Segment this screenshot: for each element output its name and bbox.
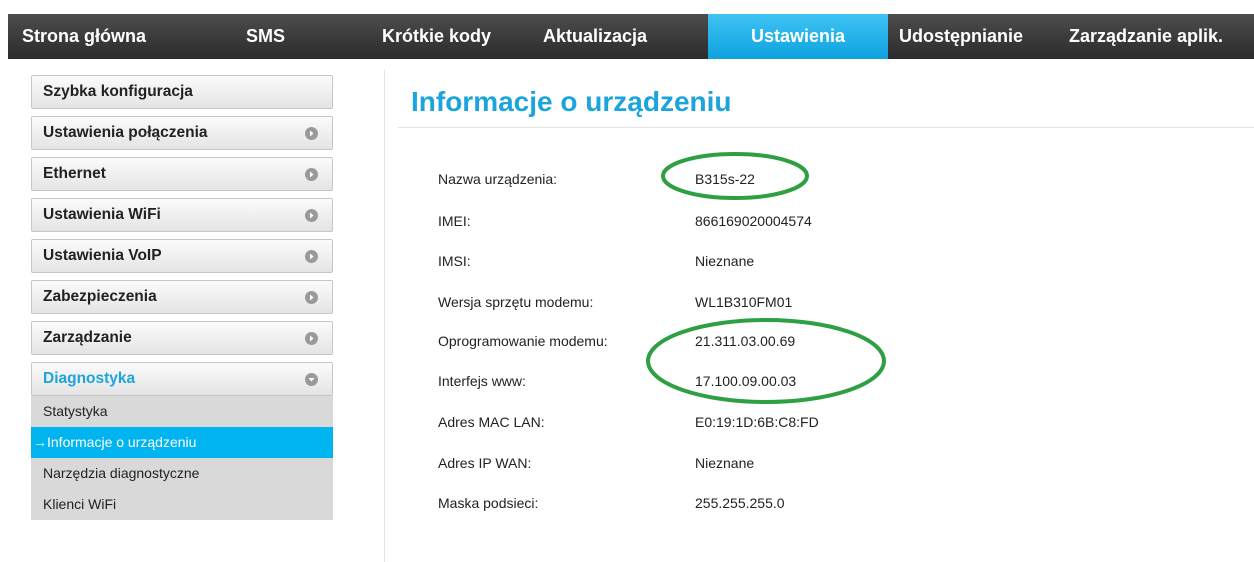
info-row-device-name: Nazwa urządzenia: B315s-22 (0, 171, 1254, 191)
nav-app-management[interactable]: Zarządzanie aplik. (1069, 14, 1223, 59)
info-value: Nieznane (695, 253, 755, 269)
title-divider (398, 127, 1254, 128)
nav-update[interactable]: Aktualizacja (543, 14, 647, 59)
top-bar: Strona główna SMS Krótkie kody Aktualiza… (0, 0, 1254, 67)
info-value: 866169020004574 (695, 213, 812, 229)
info-label: Oprogramowanie modemu: (438, 333, 608, 349)
nav-home[interactable]: Strona główna (22, 14, 146, 59)
info-row-imsi: IMSI: Nieznane (0, 253, 1254, 273)
info-label: Wersja sprzętu modemu: (438, 294, 594, 310)
main-nav: Strona główna SMS Krótkie kody Aktualiza… (8, 14, 1254, 59)
sidebar-item-quick-setup[interactable]: Szybka konfiguracja (31, 75, 333, 109)
info-row-lan-mac: Adres MAC LAN: E0:19:1D:6B:C8:FD (0, 414, 1254, 434)
info-row-subnet-mask: Maska podsieci: 255.255.255.0 (0, 495, 1254, 515)
sidebar-item-connection-settings[interactable]: Ustawienia połączenia (31, 116, 333, 150)
info-value: B315s-22 (695, 171, 755, 187)
info-label: IMEI: (438, 213, 471, 229)
nav-sharing[interactable]: Udostępnianie (899, 14, 1023, 59)
info-label: IMSI: (438, 253, 471, 269)
info-value: 17.100.09.00.03 (695, 373, 797, 389)
info-row-hardware-version: Wersja sprzętu modemu: WL1B310FM01 (0, 294, 1254, 314)
divider (384, 70, 385, 562)
info-row-firmware-version: Oprogramowanie modemu: 21.311.03.00.69 (0, 333, 1254, 353)
info-row-wan-ip: Adres IP WAN: Nieznane (0, 455, 1254, 475)
chevron-right-icon (305, 127, 318, 140)
info-row-imei: IMEI: 866169020004574 (0, 213, 1254, 233)
sidebar-item-label: Ustawienia połączenia (43, 124, 208, 141)
info-value: WL1B310FM01 (695, 294, 793, 310)
nav-sms[interactable]: SMS (246, 14, 285, 59)
info-label: Interfejs www: (438, 373, 526, 389)
sidebar-item-label: Szybka konfiguracja (43, 83, 193, 100)
info-row-web-ui-version: Interfejs www: 17.100.09.00.03 (0, 373, 1254, 393)
info-value: 255.255.255.0 (695, 495, 785, 511)
info-label: Adres IP WAN: (438, 455, 532, 471)
info-label: Maska podsieci: (438, 495, 539, 511)
nav-settings[interactable]: Ustawienia (708, 14, 888, 59)
info-value: E0:19:1D:6B:C8:FD (695, 414, 819, 430)
nav-short-codes[interactable]: Krótkie kody (382, 14, 491, 59)
info-value: 21.311.03.00.69 (695, 333, 796, 349)
info-label: Nazwa urządzenia: (438, 171, 558, 187)
info-label: Adres MAC LAN: (438, 414, 545, 430)
info-value: Nieznane (695, 455, 755, 471)
page-title: Informacje o urządzeniu (411, 86, 732, 117)
